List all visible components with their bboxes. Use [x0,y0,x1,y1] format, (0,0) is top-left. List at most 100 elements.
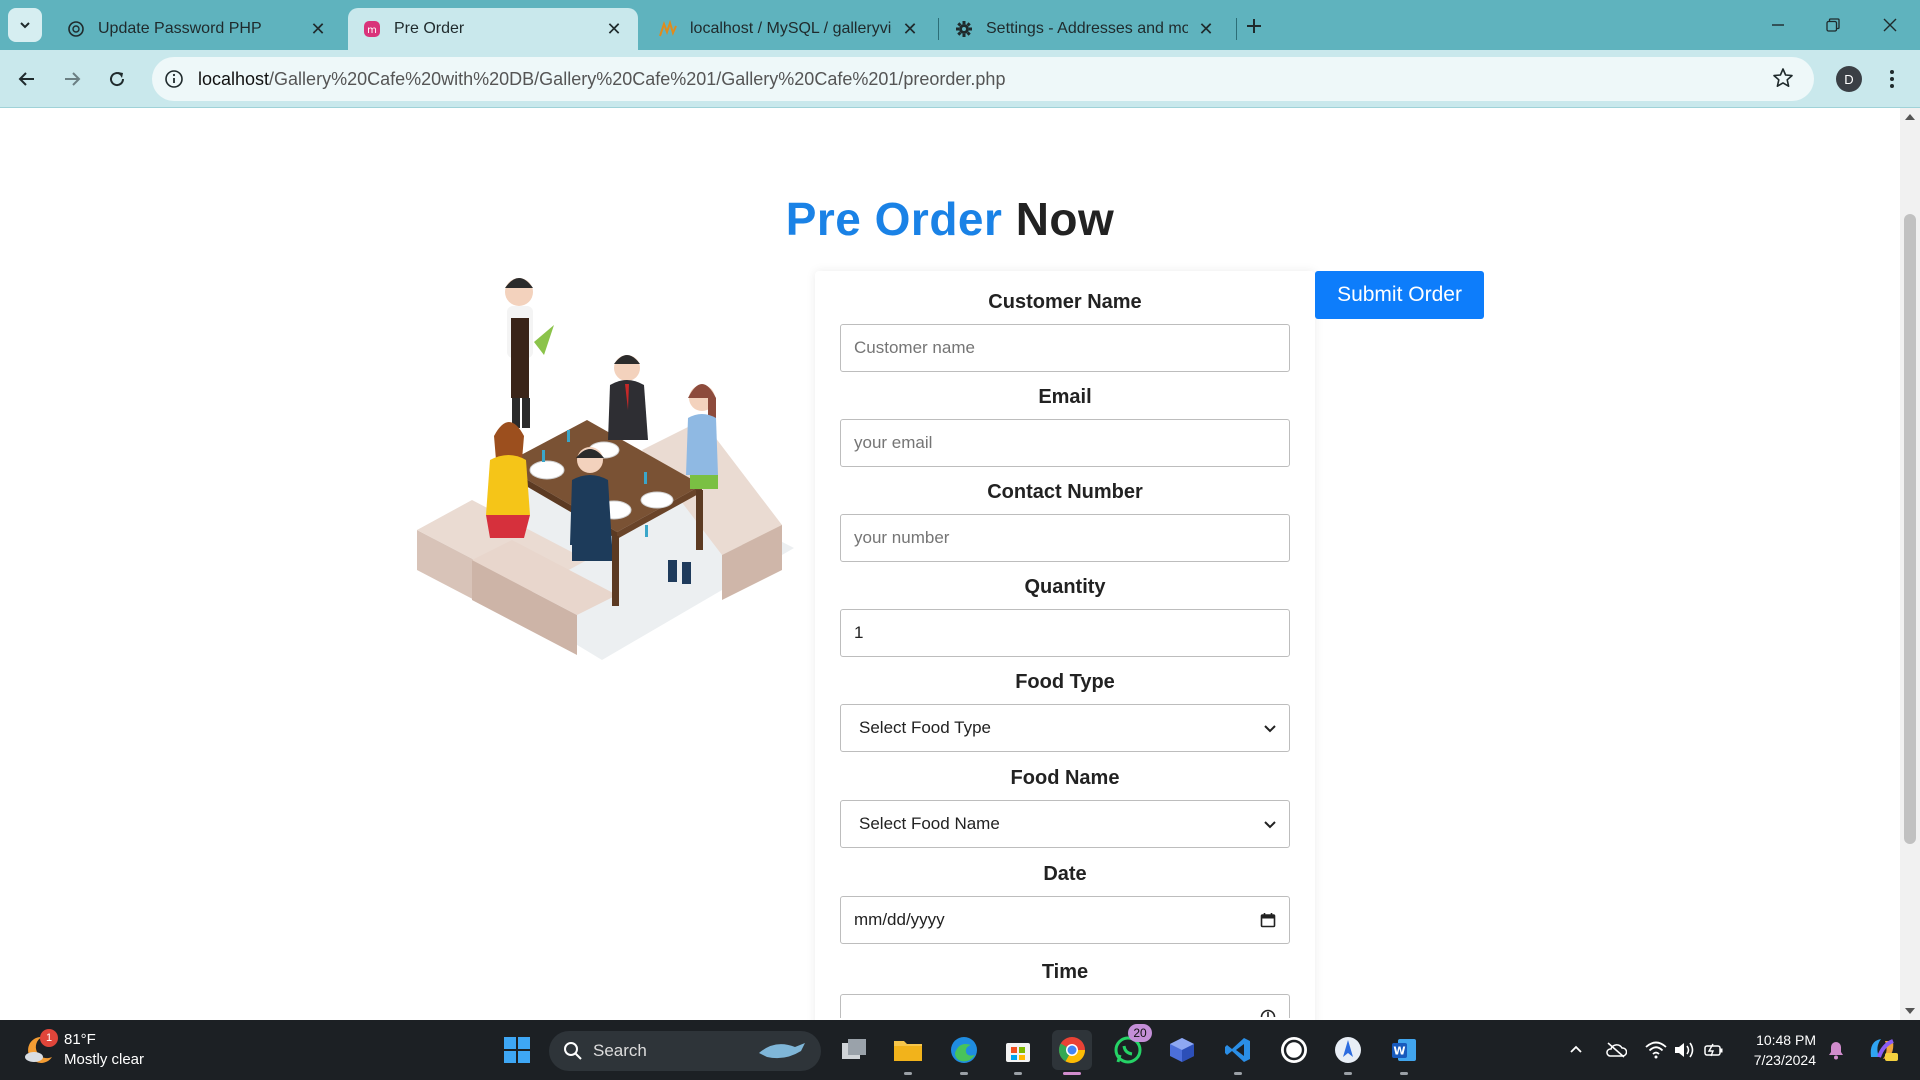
restore-button[interactable] [1813,10,1853,40]
scroll-up-icon[interactable] [1905,114,1915,120]
store-button[interactable] [998,1030,1038,1070]
whatsapp-desktop-button[interactable] [1274,1030,1314,1070]
tab-settings[interactable]: Settings - Addresses and more ✕ [940,8,1230,50]
edge-button[interactable] [944,1030,984,1070]
quantity-label: Quantity [1024,576,1106,598]
time-label: Time [1041,961,1089,983]
running-indicator [1014,1072,1022,1075]
profile-avatar[interactable]: D [1836,66,1862,92]
page-scrollbar[interactable] [1900,108,1920,1020]
bookmark-star-icon[interactable] [1772,67,1796,91]
wifi-icon[interactable] [1644,1038,1668,1062]
new-tab-button[interactable] [1240,12,1268,40]
back-button[interactable] [11,63,43,95]
restaurant-illustration [417,278,794,660]
arrow-right-icon [65,72,81,86]
reload-icon [110,72,125,87]
chrome-button[interactable] [1052,1030,1092,1070]
clock-time: 10:48 PM [1756,1032,1816,1048]
close-icon[interactable]: ✕ [308,19,328,39]
close-window-button[interactable] [1870,10,1910,40]
chat-icon [1281,1037,1307,1063]
moon-cloud-icon: 1 [22,1029,58,1067]
dev-tool-button[interactable] [1162,1030,1202,1070]
compass-icon [1335,1037,1361,1063]
contact-number-input[interactable]: your number [840,514,1290,562]
date-input[interactable]: mm/dd/yyyy [840,896,1290,944]
tab-title: Pre Order [394,20,465,37]
notification-bell-icon[interactable] [1824,1038,1848,1062]
weather-widget[interactable]: 1 81°F Mostly clear [22,1029,144,1070]
customer-name-input[interactable]: Customer name [840,324,1290,372]
email-label: Email [1038,386,1092,408]
browser-menu-button[interactable] [1880,64,1904,94]
close-icon[interactable]: ✕ [1196,19,1216,39]
address-bar[interactable]: localhost/Gallery%20Cafe%20with%20DB/Gal… [152,57,1814,101]
site-info-icon[interactable] [162,67,186,91]
windows-taskbar: 1 81°F Mostly clear Search 20 W 10:48 PM… [0,1020,1920,1080]
page-title-accent: Pre Order [785,193,1003,245]
word-icon: W [1392,1039,1416,1061]
quantity-input[interactable]: 1 [840,609,1290,657]
vscode-icon [1225,1038,1250,1062]
email-input[interactable]: your email [840,419,1290,467]
date-label: Date [1043,863,1087,885]
clock-icon[interactable] [1260,1008,1276,1018]
openai-icon [66,19,86,39]
url-path: /Gallery%20Cafe%20with%20DB/Gallery%20Ca… [269,68,1006,89]
calendar-icon[interactable] [1260,912,1276,928]
customer-name-label: Customer Name [988,291,1142,313]
more-vertical-icon [1890,70,1894,88]
battery-icon[interactable] [1702,1038,1726,1062]
preorder-form: Customer Name Customer name Email your e… [815,271,1315,1031]
url-text[interactable]: localhost/Gallery%20Cafe%20with%20DB/Gal… [198,69,1005,90]
volume-icon[interactable] [1672,1038,1696,1062]
chevron-up-icon [1570,1045,1582,1053]
close-icon[interactable]: ✕ [900,19,920,39]
file-explorer-button[interactable] [888,1030,928,1070]
cube-icon [1170,1038,1194,1062]
app-launcher-button[interactable] [1328,1030,1368,1070]
food-type-select[interactable]: Select Food Type [840,704,1290,752]
contact-number-label: Contact Number [987,481,1143,503]
chrome-icon [1058,1037,1086,1064]
tab-pre-order[interactable]: m Pre Order ✕ [348,8,638,50]
taskbar-search[interactable]: Search [549,1031,821,1071]
dolphin-icon [759,1043,805,1059]
scrollbar-thumb[interactable] [1904,214,1916,844]
tab-update-password[interactable]: Update Password PHP ✕ [52,8,342,50]
clock[interactable]: 10:48 PM 7/23/2024 [1740,1030,1816,1070]
food-type-selected: Select Food Type [859,718,991,737]
start-button[interactable] [497,1030,537,1070]
minimize-icon [1772,24,1784,26]
search-icon [564,1042,582,1060]
svg-text:W: W [1393,1045,1405,1058]
minimize-button[interactable] [1758,10,1798,40]
vscode-button[interactable] [1218,1030,1258,1070]
tab-search-button[interactable] [8,8,42,42]
onedrive-icon[interactable] [1604,1038,1628,1062]
scroll-down-icon[interactable] [1905,1008,1915,1014]
running-indicator [904,1072,912,1075]
browser-toolbar: localhost/Gallery%20Cafe%20with%20DB/Gal… [0,50,1920,108]
weather-badge: 1 [40,1029,58,1047]
word-button[interactable]: W [1384,1030,1424,1070]
copilot-icon[interactable] [1864,1034,1900,1064]
whatsapp-badge: 20 [1128,1024,1152,1042]
running-indicator [1234,1072,1242,1075]
tab-phpmyadmin[interactable]: localhost / MySQL / galleryview ✕ [644,8,934,50]
task-view-button[interactable] [834,1030,874,1070]
arrow-left-icon [18,72,34,86]
show-hidden-icons-button[interactable] [1564,1038,1588,1062]
close-icon[interactable]: ✕ [604,19,624,39]
whatsapp-button[interactable]: 20 [1108,1024,1152,1070]
submit-order-button[interactable]: Submit Order [1315,271,1484,319]
browser-tab-bar: Update Password PHP ✕ m Pre Order ✕ loca… [0,0,1920,50]
time-input[interactable] [840,994,1290,1018]
running-indicator [1344,1072,1352,1075]
svg-text:m: m [367,25,377,36]
reload-button[interactable] [101,63,133,95]
edge-icon [951,1037,977,1063]
food-name-select[interactable]: Select Food Name [840,800,1290,848]
forward-button[interactable] [56,63,88,95]
